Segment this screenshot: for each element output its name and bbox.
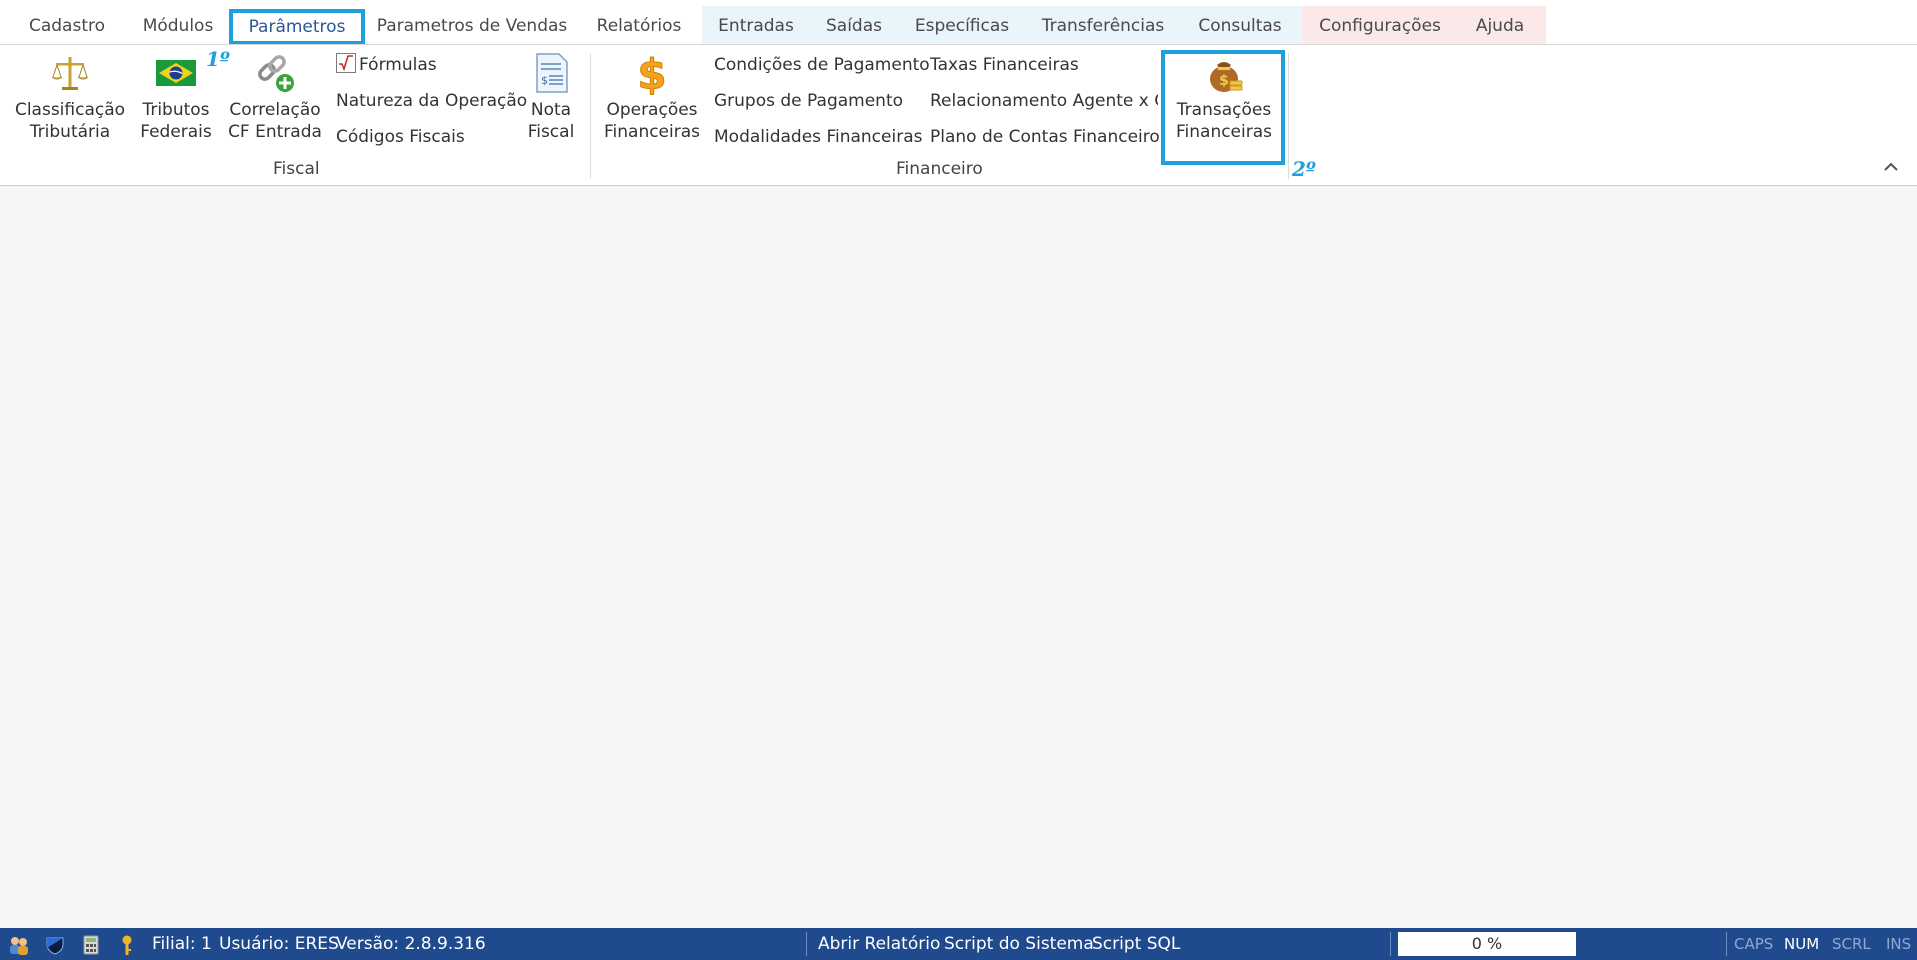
nota-fiscal-button[interactable]: $ Nota Fiscal	[520, 51, 582, 143]
tab-configuracoes[interactable]: Configurações	[1312, 8, 1448, 44]
nota-line2: Fiscal	[527, 122, 575, 142]
relacionamento-agente-op-item[interactable]: Relacionamento Agente x OP	[930, 89, 1158, 113]
tab-parametros[interactable]: Parâmetros	[229, 9, 365, 45]
operacoes-line1: Operações	[606, 100, 698, 120]
shield-icon[interactable]	[44, 934, 66, 956]
status-separator-3	[1726, 932, 1727, 956]
tab-consultas[interactable]: Consultas	[1192, 8, 1288, 44]
scrl-indicator: SCRL	[1832, 935, 1871, 953]
tab-especificas[interactable]: Específicas	[910, 8, 1014, 44]
script-do-sistema-link[interactable]: Script do Sistema	[944, 928, 1094, 960]
taxas-financeiras-item[interactable]: Taxas Financeiras	[930, 53, 1079, 77]
correlacao-line1: Correlação	[229, 100, 321, 120]
tab-relatorios[interactable]: Relatórios	[586, 8, 692, 44]
operacoes-financeiras-button[interactable]: $ Operações Financeiras	[600, 51, 704, 143]
main-workspace	[0, 186, 1917, 928]
scales-icon	[51, 57, 89, 90]
transacoes-highlight-box	[1161, 50, 1285, 165]
tributos-federais-button[interactable]: Tributos Federais	[136, 51, 216, 143]
condicoes-de-pagamento-item[interactable]: Condições de Pagamento	[714, 53, 930, 77]
formulas-item[interactable]: Fórmulas	[336, 53, 437, 77]
group-separator-end	[1288, 53, 1289, 179]
app-window: Cadastro Módulos Parâmetros Parametros d…	[0, 0, 1917, 960]
tab-modulos[interactable]: Módulos	[130, 8, 226, 44]
usuario-label: Usuário: ERES	[219, 934, 339, 954]
dollar-sign-icon: $	[637, 51, 667, 95]
users-icon[interactable]	[8, 934, 30, 956]
collapse-ribbon-icon[interactable]	[1881, 157, 1901, 177]
grupos-de-pagamento-item[interactable]: Grupos de Pagamento	[714, 89, 903, 113]
modalidades-financeiras-item[interactable]: Modalidades Financeiras	[714, 125, 922, 149]
tab-entradas[interactable]: Entradas	[712, 8, 800, 44]
ribbon-tab-bar: Cadastro Módulos Parâmetros Parametros d…	[0, 0, 1917, 45]
square-root-icon	[336, 53, 356, 73]
status-separator-2	[1390, 932, 1391, 956]
step-2-annotation: 2º	[1292, 157, 1316, 181]
abrir-relatorio-link[interactable]: Abrir Relatório	[818, 928, 940, 960]
operacoes-line2: Financeiras	[603, 122, 701, 142]
classificacao-line2: Tributária	[29, 122, 111, 142]
tab-transferencias[interactable]: Transferências	[1036, 8, 1170, 44]
script-sql-link[interactable]: Script SQL	[1092, 928, 1180, 960]
calculator-icon[interactable]	[80, 934, 102, 956]
versao-label: Versão: 2.8.9.316	[336, 934, 486, 954]
status-separator	[806, 932, 807, 956]
correlacao-cf-entrada-button[interactable]: Correlação CF Entrada	[226, 51, 324, 143]
codigos-fiscais-item[interactable]: Códigos Fiscais	[336, 125, 465, 149]
chain-link-add-icon	[258, 55, 294, 92]
tributos-line1: Tributos	[142, 100, 210, 120]
ins-indicator: INS	[1886, 935, 1912, 953]
num-indicator: NUM	[1784, 935, 1820, 953]
invoice-document-icon: $	[536, 53, 568, 93]
group-separator	[590, 53, 591, 179]
caps-indicator: CAPS	[1734, 935, 1774, 953]
filial-label: Filial: 1	[152, 934, 212, 954]
ribbon-panel: Classificação Tributária Tributos Federa…	[0, 44, 1917, 186]
svg-text:$: $	[637, 51, 666, 95]
progress-bar: 0 %	[1398, 932, 1576, 956]
tab-ajuda[interactable]: Ajuda	[1466, 8, 1534, 44]
correlacao-line2: CF Entrada	[228, 122, 322, 142]
classificacao-line1: Classificação	[14, 100, 126, 120]
tab-cadastro[interactable]: Cadastro	[14, 8, 120, 44]
group-label-fiscal: Fiscal	[273, 159, 320, 179]
svg-text:$: $	[541, 74, 548, 87]
group-label-financeiro: Financeiro	[896, 159, 983, 179]
tab-parametros-de-vendas[interactable]: Parametros de Vendas	[372, 8, 572, 44]
tab-saidas[interactable]: Saídas	[818, 8, 890, 44]
status-bar: Filial: 1 Usuário: ERES Versão: 2.8.9.31…	[0, 928, 1917, 960]
plano-de-contas-financeiro-item[interactable]: Plano de Contas Financeiro	[930, 125, 1160, 149]
key-icon[interactable]	[116, 934, 138, 956]
tributos-line2: Federais	[140, 122, 212, 142]
brazil-flag-icon	[156, 60, 196, 86]
classificacao-tributaria-button[interactable]: Classificação Tributária	[10, 51, 130, 143]
nota-line1: Nota	[530, 100, 572, 120]
formulas-label: Fórmulas	[359, 55, 437, 75]
natureza-da-operacao-item[interactable]: Natureza da Operação	[336, 89, 527, 113]
